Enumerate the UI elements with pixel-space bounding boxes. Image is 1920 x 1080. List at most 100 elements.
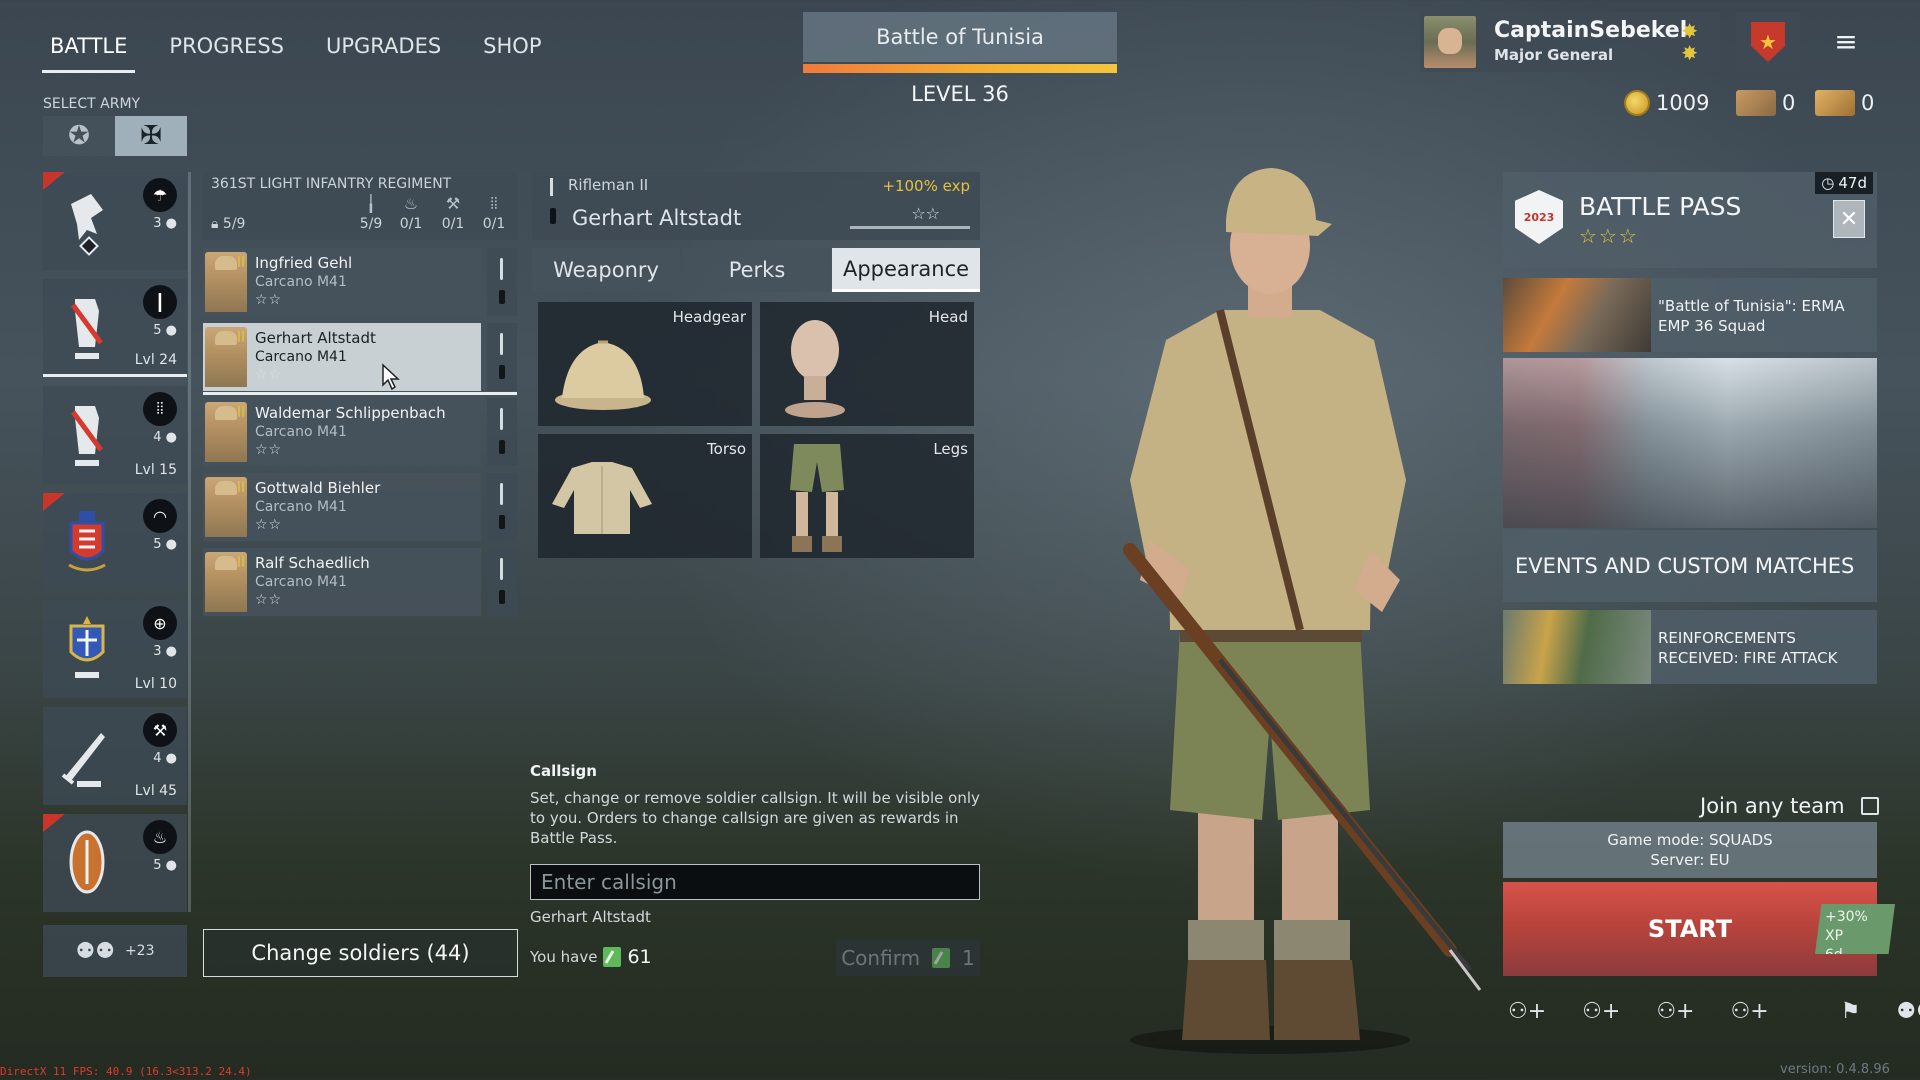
- squad-count: 3: [153, 644, 162, 659]
- ammo-bar-icon: [499, 290, 505, 304]
- hamburger-menu-icon[interactable]: ≡: [1830, 26, 1862, 58]
- wrench-icon: ⚒: [445, 194, 461, 213]
- paratrooper-emblem-icon: [71, 194, 103, 256]
- rank-badge-button[interactable]: ★: [1736, 12, 1800, 72]
- soldier-weapon: Carcano M41: [255, 499, 347, 515]
- callsign-input[interactable]: [530, 864, 980, 900]
- stat-riflemen: 5/9: [359, 216, 383, 232]
- class-icon: [550, 178, 553, 196]
- head-slot[interactable]: Head: [760, 302, 974, 426]
- squad-card-rifle[interactable]: ┃ 5 ● Lvl 24: [43, 279, 187, 377]
- tab-shop[interactable]: SHOP: [475, 30, 549, 73]
- squad-level: Lvl 10: [134, 676, 177, 692]
- person-icon: ●: [165, 216, 177, 231]
- event-card-tunisia[interactable]: "Battle of Tunisia": ERMA EMP 36 Squad: [1503, 278, 1877, 352]
- mission-title[interactable]: Battle of Tunisia: [803, 12, 1117, 62]
- events-custom-matches-button[interactable]: EVENTS AND CUSTOM MATCHES: [1503, 530, 1877, 602]
- battle-pass-emblem-icon: 2023: [1515, 190, 1563, 244]
- server-region: Server: EU: [1650, 851, 1730, 869]
- confirm-callsign-button[interactable]: Confirm 1: [836, 940, 980, 976]
- tickets-a-balance[interactable]: 0: [1736, 90, 1795, 116]
- weapon-bar-icon: [500, 408, 503, 430]
- invite-player-icon[interactable]: ⚇+: [1730, 999, 1768, 1024]
- soldier-name: Waldemar Schlippenbach: [255, 404, 446, 422]
- headphones-icon: ◠: [143, 499, 177, 533]
- squad-level: Lvl 15: [134, 462, 177, 478]
- squad-count: 5: [153, 858, 162, 873]
- soldier-row[interactable]: || Gottwald Biehler Carcano M41 ☆☆: [203, 473, 517, 541]
- squad-count: 4: [153, 430, 162, 445]
- tab-weaponry[interactable]: Weaponry: [532, 248, 680, 292]
- squad-card-sniper[interactable]: ⊕ 3 ● Lvl 10: [43, 600, 187, 698]
- change-soldiers-button[interactable]: Change soldiers (44): [203, 929, 518, 977]
- allies-army-button[interactable]: ✪: [43, 116, 115, 156]
- soldier-stars: ☆☆: [255, 592, 283, 608]
- soldier-stars: ☆☆: [255, 292, 283, 308]
- torso-slot[interactable]: Torso: [538, 434, 752, 558]
- soldier-stars: ☆☆: [255, 442, 283, 458]
- mission-progress-bar: [803, 64, 1117, 73]
- rank-chevron-icon: ||: [237, 329, 246, 342]
- tab-battle[interactable]: BATTLE: [42, 30, 136, 73]
- tab-upgrades[interactable]: UPGRADES: [318, 30, 449, 73]
- person-icon: ●: [165, 858, 177, 873]
- squad-card-engineer[interactable]: ⚒ 4 ● Lvl 45: [43, 707, 187, 805]
- battle-pass-timer-text: 47d: [1838, 174, 1867, 192]
- stat-support: 0/1: [482, 216, 506, 232]
- invite-player-icon[interactable]: ⚇+: [1656, 999, 1694, 1024]
- friends-icon[interactable]: ⚉⚉: [1896, 999, 1920, 1024]
- reserve-count: +23: [124, 943, 155, 959]
- join-any-team-toggle[interactable]: Join any team: [1700, 794, 1879, 818]
- tab-appearance[interactable]: Appearance: [832, 248, 980, 292]
- squad-card-radio[interactable]: ◠ 5 ●: [43, 493, 187, 591]
- invite-player-icon[interactable]: ⚇+: [1582, 999, 1620, 1024]
- wrench-icon: ⚒: [143, 713, 177, 747]
- reserve-soldiers-button[interactable]: ⚉⚉ +23: [43, 925, 187, 977]
- reinforcements-card[interactable]: REINFORCEMENTS RECEIVED: FIRE ATTACK: [1503, 610, 1877, 684]
- soldier-row[interactable]: || Ralf Schaedlich Carcano M41 ☆☆: [203, 548, 517, 616]
- tab-perks[interactable]: Perks: [683, 248, 831, 292]
- squad-card-support[interactable]: ⦙⦙ 4 ● Lvl 15: [43, 386, 187, 484]
- tickets-b-balance[interactable]: 0: [1815, 90, 1874, 116]
- xp-bonus: +30% XP: [1825, 909, 1868, 944]
- crest-emblem-icon: [69, 616, 105, 678]
- battle-pass-stars: ☆☆☆: [1579, 224, 1639, 248]
- event-banner-image[interactable]: [1503, 358, 1877, 528]
- squad-level: Lvl 24: [134, 352, 177, 368]
- person-icon: ●: [165, 751, 177, 766]
- squad-card-paratroopers[interactable]: ☂ 3 ●: [43, 172, 187, 270]
- username: CaptainSebekel: [1494, 18, 1688, 43]
- selection-underline: [203, 392, 517, 395]
- soldier-row[interactable]: || Ingfried Gehl Carcano M41 ☆☆: [203, 248, 517, 316]
- soldier-class: Rifleman II: [568, 176, 649, 194]
- invite-player-icon[interactable]: ⚇+: [1508, 999, 1546, 1024]
- shirt-icon: [552, 462, 652, 534]
- soldier-row[interactable]: || Waldemar Schlippenbach Carcano M41 ☆☆: [203, 398, 517, 466]
- battle-pass-card[interactable]: 2023 BATTLE PASS ☆☆☆ ◷ 47d ✕: [1503, 172, 1877, 268]
- ammo-icon: ⦙⦙: [490, 194, 498, 213]
- stat-engineer: 0/1: [441, 216, 465, 232]
- join-any-team-checkbox[interactable]: [1860, 797, 1879, 815]
- soldier-name: Ingfried Gehl: [255, 254, 353, 272]
- rank-chevron-icon: ||: [237, 554, 246, 567]
- profile-card[interactable]: CaptainSebekel Major General ✸ ✸: [1420, 12, 1720, 72]
- gold-balance[interactable]: 1009: [1624, 90, 1709, 116]
- shield-star-icon: ★: [1751, 22, 1785, 62]
- soldier-row-selected[interactable]: || Gerhart Altstadt Carcano M41 ☆☆: [203, 323, 517, 395]
- person-icon: ●: [165, 537, 177, 552]
- tab-progress[interactable]: PROGRESS: [161, 30, 292, 73]
- flag-icon[interactable]: ⚑: [1841, 999, 1861, 1024]
- regiment-slots: 5/9: [222, 216, 246, 232]
- legs-slot[interactable]: Legs: [760, 434, 974, 558]
- ammo-bar-icon: [499, 590, 505, 604]
- squad-card-flamethrower[interactable]: ♨ 5 ●: [43, 814, 187, 912]
- debug-overlay: DirectX 11 FPS: 40.9 (16.3<313.2 24.4): [0, 1065, 252, 1078]
- axis-army-button[interactable]: ✠: [115, 116, 187, 156]
- close-icon[interactable]: ✕: [1833, 200, 1865, 238]
- bottom-toolbar: ⚇+ ⚇+ ⚇+ ⚇+ ⚑ ⚉⚉: [1508, 996, 1920, 1026]
- rank-progress-bar: [850, 226, 970, 229]
- battle-pass-timer: ◷ 47d: [1815, 172, 1873, 194]
- game-mode-selector[interactable]: Game mode: SQUADS Server: EU: [1503, 822, 1877, 878]
- headgear-slot[interactable]: Headgear: [538, 302, 752, 426]
- event-title: "Battle of Tunisia": ERMA EMP 36 Squad: [1658, 297, 1845, 335]
